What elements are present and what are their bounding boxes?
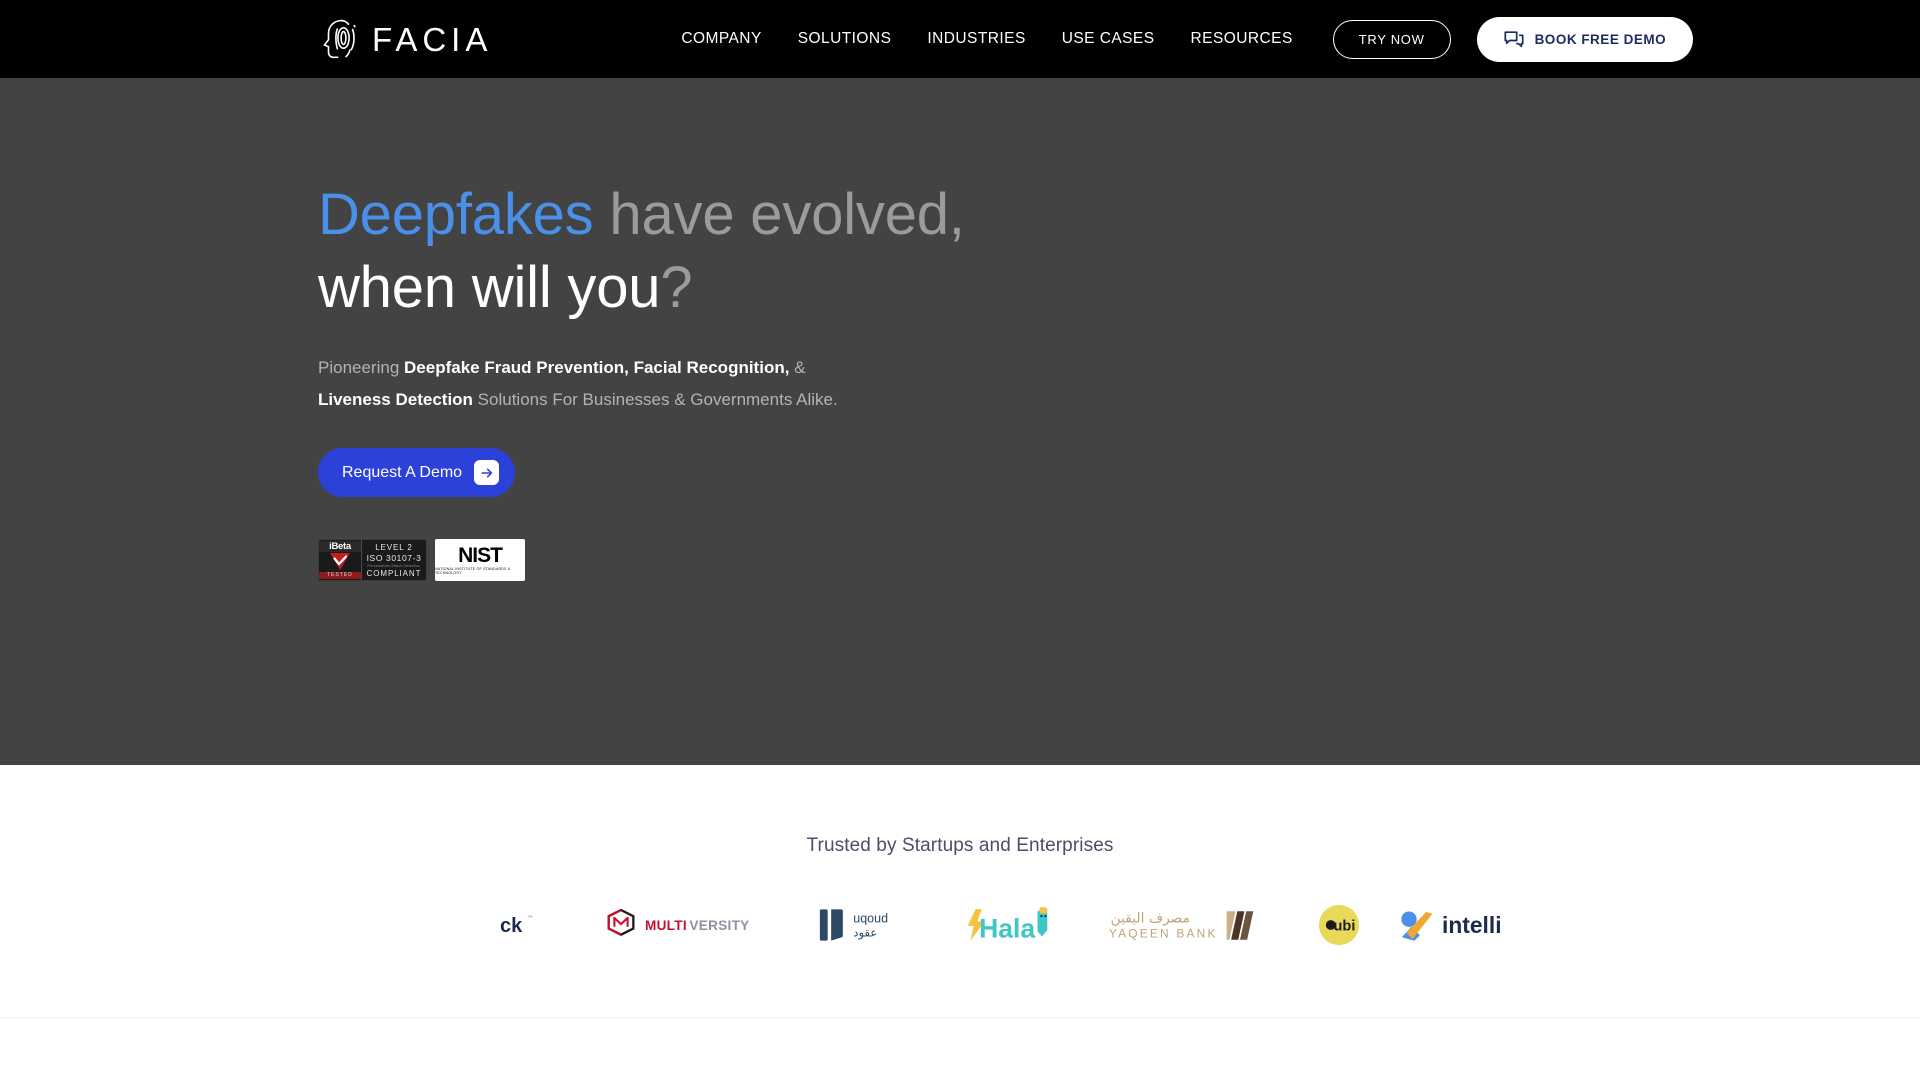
svg-text:مصرف اليقين: مصرف اليقين xyxy=(1111,910,1190,926)
logo[interactable]: FACIA xyxy=(318,15,492,63)
svg-text:Hala: Hala xyxy=(979,913,1035,943)
client-logo-yaqeen-bank: مصرف اليقين YAQEEN BANK xyxy=(1086,907,1277,944)
headline-deepfakes: Deepfakes xyxy=(318,182,610,247)
svg-text:VERSITY: VERSITY xyxy=(689,918,749,933)
request-a-demo-label: Request A Demo xyxy=(342,463,463,481)
red-checkmark-icon xyxy=(327,552,353,572)
svg-text:ubi: ubi xyxy=(1333,918,1355,934)
client-logo-ck: ck ™ xyxy=(452,911,595,939)
ibeta-tested-text: TESTED xyxy=(319,572,361,579)
nav-item-use-cases[interactable]: USE CASES xyxy=(1062,30,1155,48)
headline-when-will-you: when will you xyxy=(318,255,661,320)
svg-text:ck: ck xyxy=(500,915,523,937)
client-logo-intelli: intelli xyxy=(1400,909,1560,942)
nist-subtitle: NATIONAL INSTITUTE OF STANDARDS & TECHNO… xyxy=(435,567,511,575)
nav-item-solutions[interactable]: SOLUTIONS xyxy=(798,30,892,48)
ibeta-compliant: COMPLIANT xyxy=(366,568,422,578)
subhead-bold-2: Liveness Detection xyxy=(318,390,473,409)
try-now-button[interactable]: TRY NOW xyxy=(1332,19,1451,59)
request-a-demo-button[interactable]: Request A Demo xyxy=(318,448,516,497)
nist-wordmark: NIST xyxy=(458,544,503,567)
arrow-right-icon xyxy=(474,460,500,485)
ibeta-level: LEVEL 2 xyxy=(375,542,413,552)
client-logo-multiversity: MULTI VERSITY xyxy=(595,908,792,942)
book-free-demo-label: BOOK FREE DEMO xyxy=(1534,31,1667,47)
certification-badges: iBeta TESTED LEVEL 2 ISO 30107-3 Present… xyxy=(318,539,1920,581)
chat-bubbles-icon xyxy=(1504,30,1524,49)
client-logo-uqoud: uqoud عقود xyxy=(792,905,936,945)
ibeta-details: LEVEL 2 ISO 30107-3 Presentation Attack … xyxy=(361,540,426,580)
ibeta-iso: ISO 30107-3 xyxy=(366,552,422,563)
nav-item-company[interactable]: COMPANY xyxy=(681,30,761,48)
ibeta-level2-badge: iBeta TESTED LEVEL 2 ISO 30107-3 Present… xyxy=(318,539,427,581)
ibeta-pad-text: Presentation Attack Detection xyxy=(367,563,421,568)
nist-badge: NIST NATIONAL INSTITUTE OF STANDARDS & T… xyxy=(435,539,525,581)
site-header: FACIA COMPANY SOLUTIONS INDUSTRIES USE C… xyxy=(0,0,1920,78)
facia-fingerprint-face-icon xyxy=(318,15,362,63)
header-actions: TRY NOW BOOK FREE DEMO xyxy=(1332,16,1694,62)
hero-section: Deepfakes have evolved, when will you? P… xyxy=(0,78,1920,765)
subhead-bold-1: Deepfake Fraud Prevention, Facial Recogn… xyxy=(404,358,790,377)
svg-text:عقود: عقود xyxy=(853,926,877,941)
subhead-text-2: & xyxy=(789,358,806,377)
main-nav: COMPANY SOLUTIONS INDUSTRIES USE CASES R… xyxy=(681,30,1292,48)
svg-text:YAQEEN BANK: YAQEEN BANK xyxy=(1109,926,1218,940)
svg-text:intelli: intelli xyxy=(1442,912,1502,938)
headline-have-evolved: have evolved, xyxy=(609,182,965,247)
svg-text:MULTI: MULTI xyxy=(645,918,687,933)
client-logo-carousel[interactable]: ck ™ MULTI VERSITY uqoud عقود Hala مصرف … xyxy=(0,890,1920,960)
client-logo-hala: Hala xyxy=(936,905,1086,945)
subhead-text-3: Solutions For Businesses & Governments A… xyxy=(472,390,838,409)
headline-question-mark: ? xyxy=(660,255,693,320)
logo-text: FACIA xyxy=(372,20,493,58)
nav-item-industries[interactable]: INDUSTRIES xyxy=(927,30,1025,48)
client-logo-dubi: ubi xyxy=(1277,904,1400,946)
svg-text:uqoud: uqoud xyxy=(853,911,888,925)
ibeta-mark: iBeta TESTED xyxy=(319,540,361,580)
trusted-by-section: Trusted by Startups and Enterprises ck ™… xyxy=(0,765,1920,1080)
svg-text:™: ™ xyxy=(527,915,533,921)
nav-item-resources[interactable]: RESOURCES xyxy=(1191,30,1293,48)
trusted-by-title: Trusted by Startups and Enterprises xyxy=(806,835,1114,856)
hero-subheading: Pioneering Deepfake Fraud Prevention, Fa… xyxy=(318,352,858,416)
ibeta-logo-text: iBeta xyxy=(319,541,361,552)
page-title: Deepfakes have evolved, when will you? xyxy=(318,178,978,324)
subhead-text-1: Pioneering xyxy=(318,358,405,377)
section-divider xyxy=(0,1017,1920,1018)
book-free-demo-button[interactable]: BOOK FREE DEMO xyxy=(1476,16,1694,62)
